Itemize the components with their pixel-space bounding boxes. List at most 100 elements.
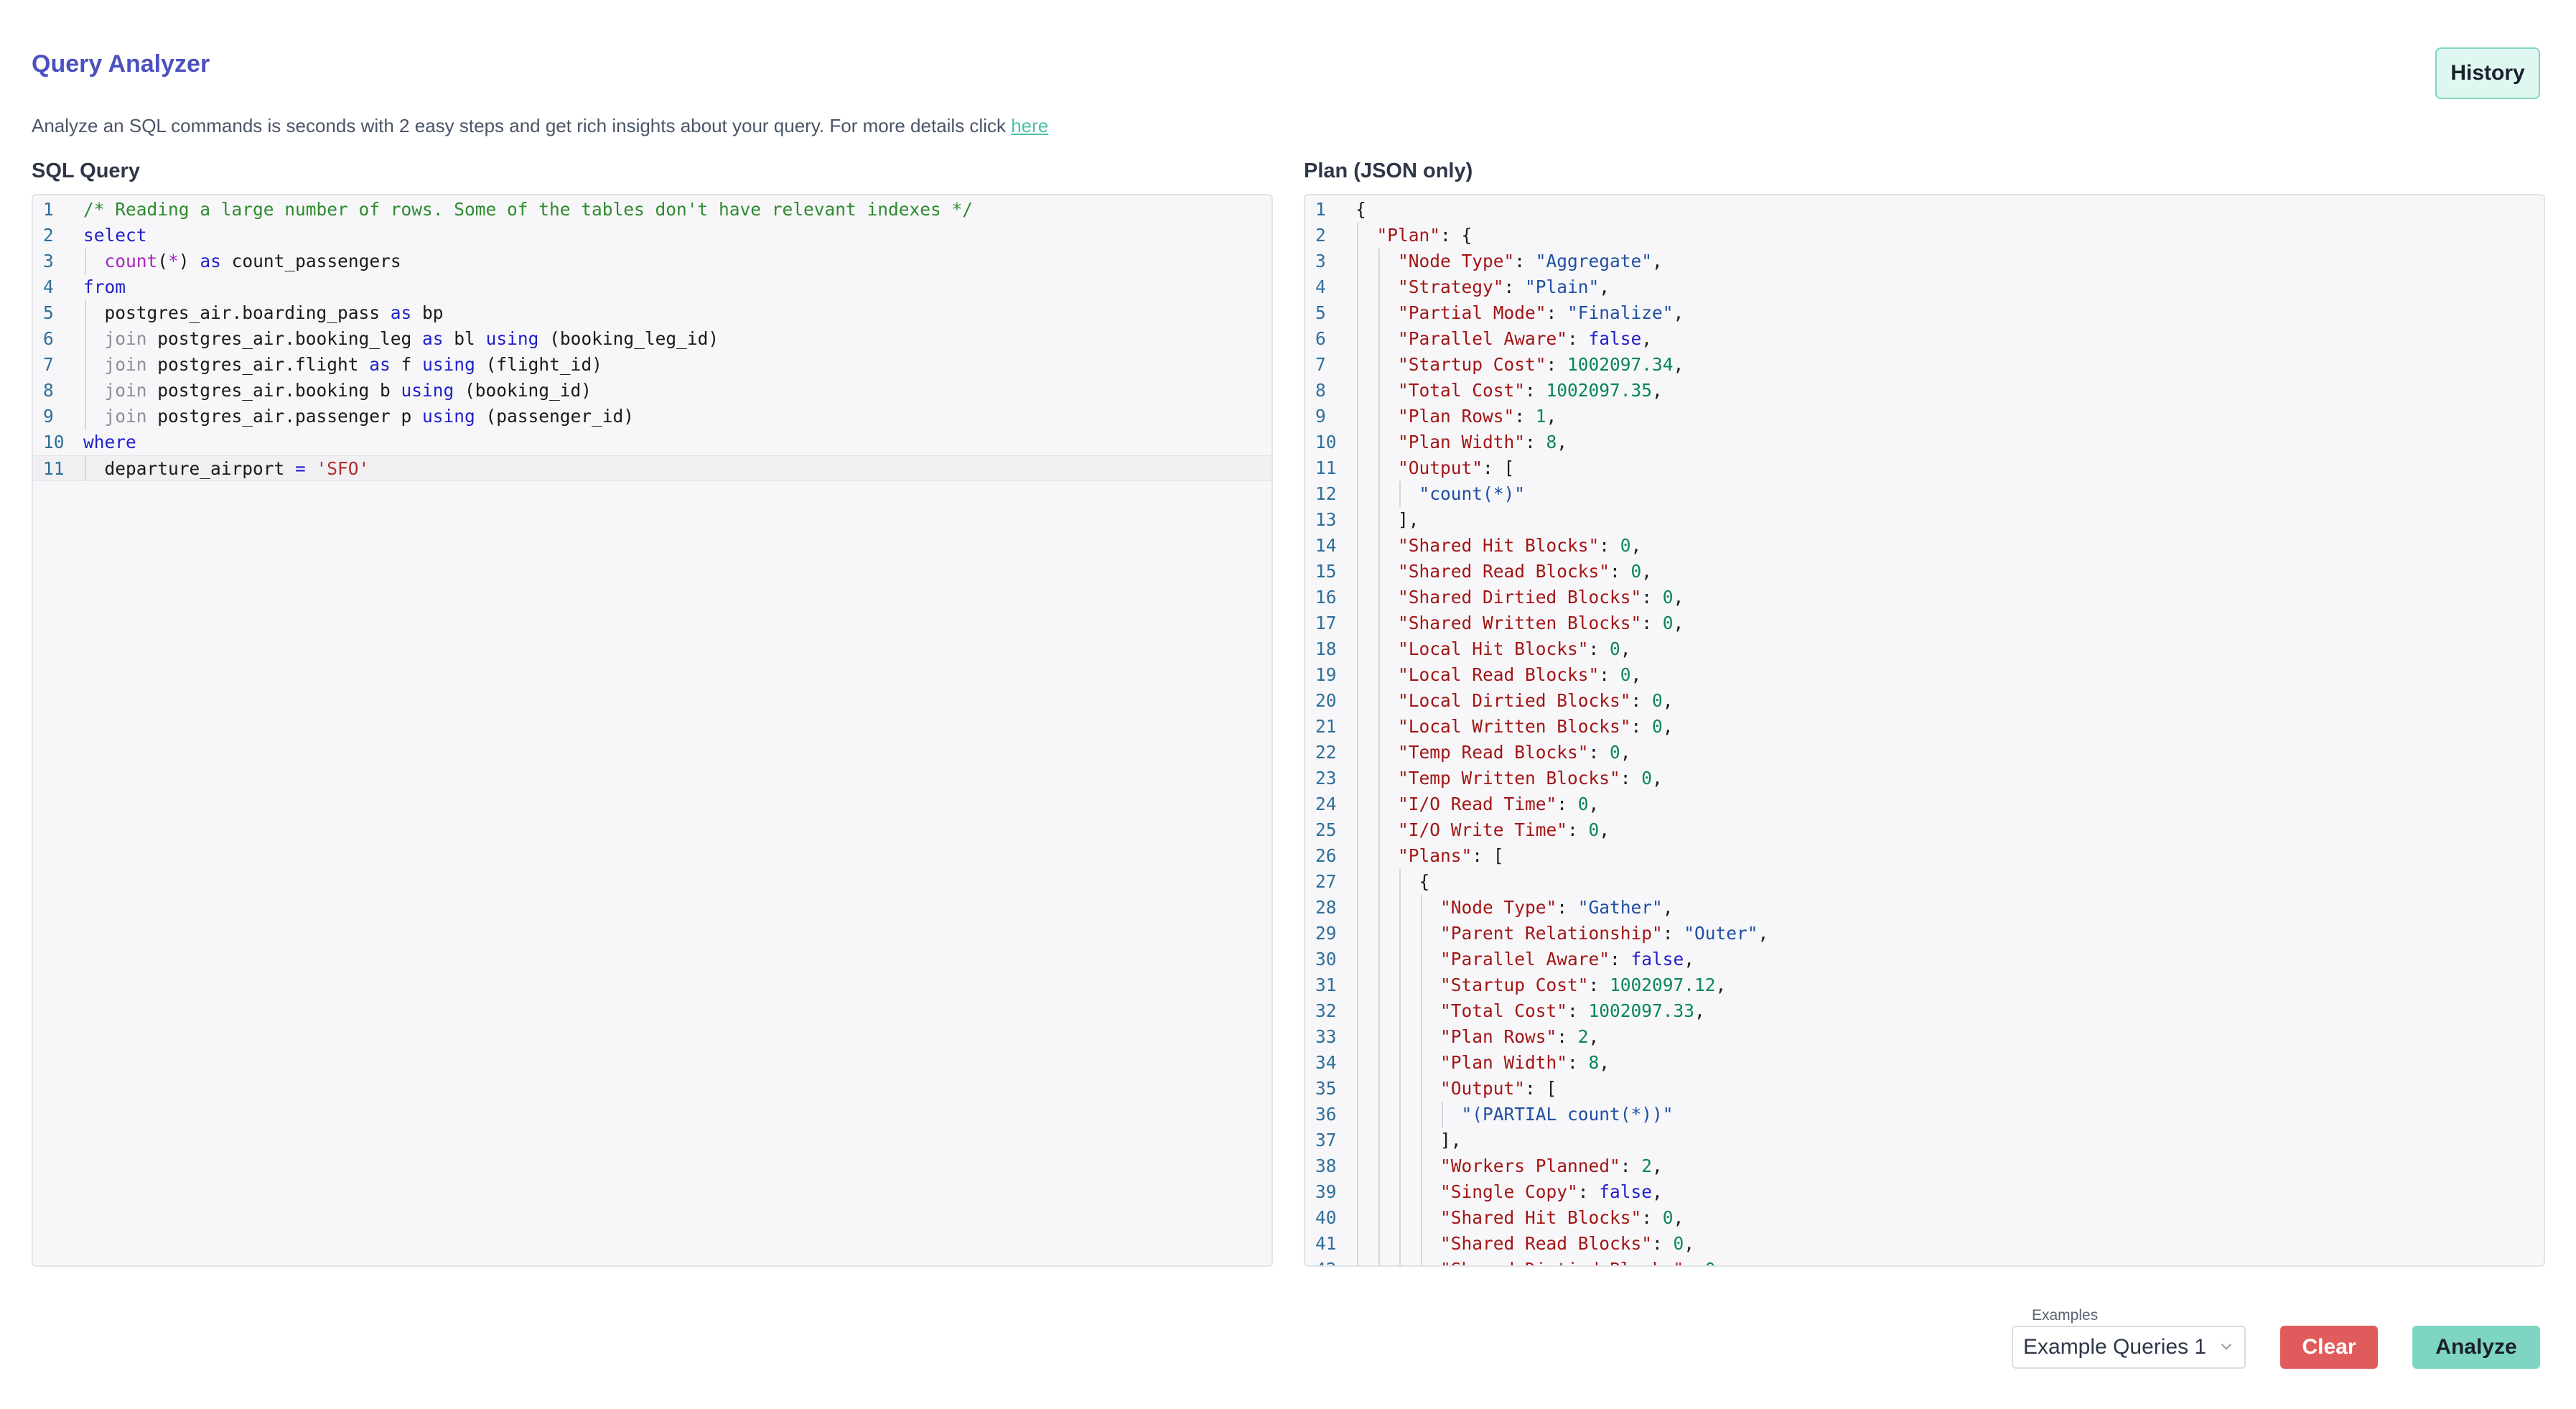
sql-line[interactable]: 5 postgres_air.boarding_pass as bp bbox=[33, 300, 1271, 326]
plan-line[interactable]: 16 "Shared Dirtied Blocks": 0, bbox=[1305, 585, 2544, 610]
plan-line[interactable]: 9 "Plan Rows": 1, bbox=[1305, 404, 2544, 429]
sql-query-editor[interactable]: 1 /* Reading a large number of rows. Some… bbox=[32, 194, 1273, 1267]
token-num: 0 bbox=[1652, 690, 1663, 711]
plan-line[interactable]: 35 "Output": [ bbox=[1305, 1076, 2544, 1102]
history-button[interactable]: History bbox=[2435, 47, 2540, 99]
line-number: 36 bbox=[1315, 1104, 1337, 1125]
indent-guide bbox=[1357, 1153, 1358, 1179]
token-plain: : bbox=[1525, 380, 1546, 401]
plan-line[interactable]: 13], bbox=[1305, 507, 2544, 533]
code-text: "I/O Read Time": 0, bbox=[1398, 791, 1599, 817]
indent-guide bbox=[1378, 429, 1380, 455]
indent-guide bbox=[1357, 404, 1358, 429]
token-plain: , bbox=[1673, 587, 1684, 608]
token-kw: from bbox=[83, 276, 126, 297]
code-text: "Partial Mode": "Finalize", bbox=[1398, 300, 1684, 326]
indent-guide bbox=[1357, 1102, 1358, 1127]
sql-line[interactable]: 8 join postgres_air.booking b using (book… bbox=[33, 378, 1271, 404]
plan-line[interactable]: 38 "Workers Planned": 2, bbox=[1305, 1153, 2544, 1179]
details-link[interactable]: here bbox=[1011, 115, 1048, 136]
token-num: 1002097.35 bbox=[1546, 380, 1653, 401]
sql-line[interactable]: 10 where bbox=[33, 429, 1271, 455]
token-plain: : bbox=[1599, 535, 1620, 556]
sql-line[interactable]: 2 select bbox=[33, 223, 1271, 248]
plan-line[interactable]: 37], bbox=[1305, 1127, 2544, 1153]
plan-line[interactable]: 8 "Total Cost": 1002097.35, bbox=[1305, 378, 2544, 404]
plan-line[interactable]: 27 { bbox=[1305, 869, 2544, 895]
plan-line[interactable]: 36 "(PARTIAL count(*))" bbox=[1305, 1102, 2544, 1127]
token-key: "Node Type" bbox=[1440, 897, 1557, 918]
sql-line[interactable]: 1 /* Reading a large number of rows. Some… bbox=[33, 197, 1271, 223]
examples-select[interactable]: Example Queries 1 bbox=[2012, 1326, 2246, 1369]
indent-guide bbox=[1357, 766, 1358, 791]
clear-button[interactable]: Clear bbox=[2280, 1326, 2378, 1369]
sql-line[interactable]: 4 from bbox=[33, 274, 1271, 300]
line-number: 39 bbox=[1315, 1181, 1337, 1202]
plan-line[interactable]: 10 "Plan Width": 8, bbox=[1305, 429, 2544, 455]
token-plain: , bbox=[1662, 897, 1674, 918]
plan-line[interactable]: 15 "Shared Read Blocks": 0, bbox=[1305, 559, 2544, 585]
analyze-button[interactable]: Analyze bbox=[2412, 1326, 2540, 1369]
code-text: "Local Dirtied Blocks": 0, bbox=[1398, 688, 1674, 714]
plan-line[interactable]: 40 "Shared Hit Blocks": 0, bbox=[1305, 1205, 2544, 1231]
token-key: "Total Cost" bbox=[1440, 1000, 1568, 1021]
indent-guide bbox=[1357, 817, 1358, 843]
plan-line[interactable]: 19 "Local Read Blocks": 0, bbox=[1305, 662, 2544, 688]
line-number: 28 bbox=[1315, 897, 1337, 918]
token-key: "Total Cost" bbox=[1398, 380, 1526, 401]
token-plain: postgres_air.flight bbox=[146, 354, 370, 375]
plan-line[interactable]: 12 "count(*)" bbox=[1305, 481, 2544, 507]
plan-line[interactable]: 25 "I/O Write Time": 0, bbox=[1305, 817, 2544, 843]
plan-line[interactable]: 30 "Parallel Aware": false, bbox=[1305, 947, 2544, 972]
token-plain: : bbox=[1599, 664, 1620, 685]
token-num: 0 bbox=[1662, 613, 1674, 633]
token-plain: : bbox=[1503, 276, 1526, 297]
code-text: "Plan Width": 8, bbox=[1398, 429, 1567, 455]
plan-line[interactable]: 32 "Total Cost": 1002097.33, bbox=[1305, 998, 2544, 1024]
indent-guide bbox=[1378, 1153, 1380, 1179]
plan-line[interactable]: 28 "Node Type": "Gather", bbox=[1305, 895, 2544, 921]
plan-json-editor[interactable]: 1{2 "Plan": {3 "Node Type": "Aggregate", 4 "… bbox=[1304, 194, 2545, 1267]
sql-line[interactable]: 3 count(*) as count_passengers bbox=[33, 248, 1271, 274]
plan-line[interactable]: 4 "Strategy": "Plain", bbox=[1305, 274, 2544, 300]
plan-line[interactable]: 14 "Shared Hit Blocks": 0, bbox=[1305, 533, 2544, 559]
sql-line[interactable]: 9 join postgres_air.passenger p using (pa… bbox=[33, 404, 1271, 429]
indent-guide bbox=[1378, 817, 1380, 843]
plan-line[interactable]: 18 "Local Hit Blocks": 0, bbox=[1305, 636, 2544, 662]
plan-line[interactable]: 24 "I/O Read Time": 0, bbox=[1305, 791, 2544, 817]
code-text: "Temp Written Blocks": 0, bbox=[1398, 766, 1663, 791]
plan-line[interactable]: 7 "Startup Cost": 1002097.34, bbox=[1305, 352, 2544, 378]
sql-line[interactable]: 6 join postgres_air.booking_leg as bl usi… bbox=[33, 326, 1271, 352]
plan-line[interactable]: 33 "Plan Rows": 2, bbox=[1305, 1024, 2544, 1050]
indent-guide bbox=[1378, 843, 1380, 869]
plan-line[interactable]: 41 "Shared Read Blocks": 0, bbox=[1305, 1231, 2544, 1257]
plan-line[interactable]: 31 "Startup Cost": 1002097.12, bbox=[1305, 972, 2544, 998]
plan-line[interactable]: 22 "Temp Read Blocks": 0, bbox=[1305, 740, 2544, 766]
plan-line[interactable]: 5 "Partial Mode": "Finalize", bbox=[1305, 300, 2544, 326]
sql-line[interactable]: 11 departure_airport = 'SFO' bbox=[33, 455, 1271, 481]
indent-guide bbox=[1399, 947, 1401, 972]
sql-line[interactable]: 7 join postgres_air.flight as f using (fl… bbox=[33, 352, 1271, 378]
plan-line[interactable]: 34 "Plan Width": 8, bbox=[1305, 1050, 2544, 1076]
plan-line[interactable]: 20 "Local Dirtied Blocks": 0, bbox=[1305, 688, 2544, 714]
token-num: 1002097.12 bbox=[1610, 975, 1716, 995]
plan-line[interactable]: 26 "Plans": [ bbox=[1305, 843, 2544, 869]
token-num: 0 bbox=[1662, 587, 1674, 608]
plan-line[interactable]: 42 "Shared Dirtied Blocks": 0, bbox=[1305, 1257, 2544, 1265]
plan-line[interactable]: 39 "Single Copy": false, bbox=[1305, 1179, 2544, 1205]
plan-line[interactable]: 17 "Shared Written Blocks": 0, bbox=[1305, 610, 2544, 636]
plan-line[interactable]: 3 "Node Type": "Aggregate", bbox=[1305, 248, 2544, 274]
indent-guide bbox=[85, 456, 86, 480]
plan-line[interactable]: 1{ bbox=[1305, 197, 2544, 223]
plan-line[interactable]: 2 "Plan": { bbox=[1305, 223, 2544, 248]
plan-line[interactable]: 21 "Local Written Blocks": 0, bbox=[1305, 714, 2544, 740]
plan-line[interactable]: 6 "Parallel Aware": false, bbox=[1305, 326, 2544, 352]
indent-guide bbox=[1399, 998, 1401, 1024]
code-text: "Local Written Blocks": 0, bbox=[1398, 714, 1674, 740]
plan-line[interactable]: 11 "Output": [ bbox=[1305, 455, 2544, 481]
plan-line[interactable]: 29 "Parent Relationship": "Outer", bbox=[1305, 921, 2544, 947]
code-text: "Total Cost": 1002097.33, bbox=[1440, 998, 1705, 1024]
plan-line[interactable]: 23 "Temp Written Blocks": 0, bbox=[1305, 766, 2544, 791]
token-num: 0 bbox=[1620, 535, 1631, 556]
token-num: 8 bbox=[1546, 432, 1557, 452]
